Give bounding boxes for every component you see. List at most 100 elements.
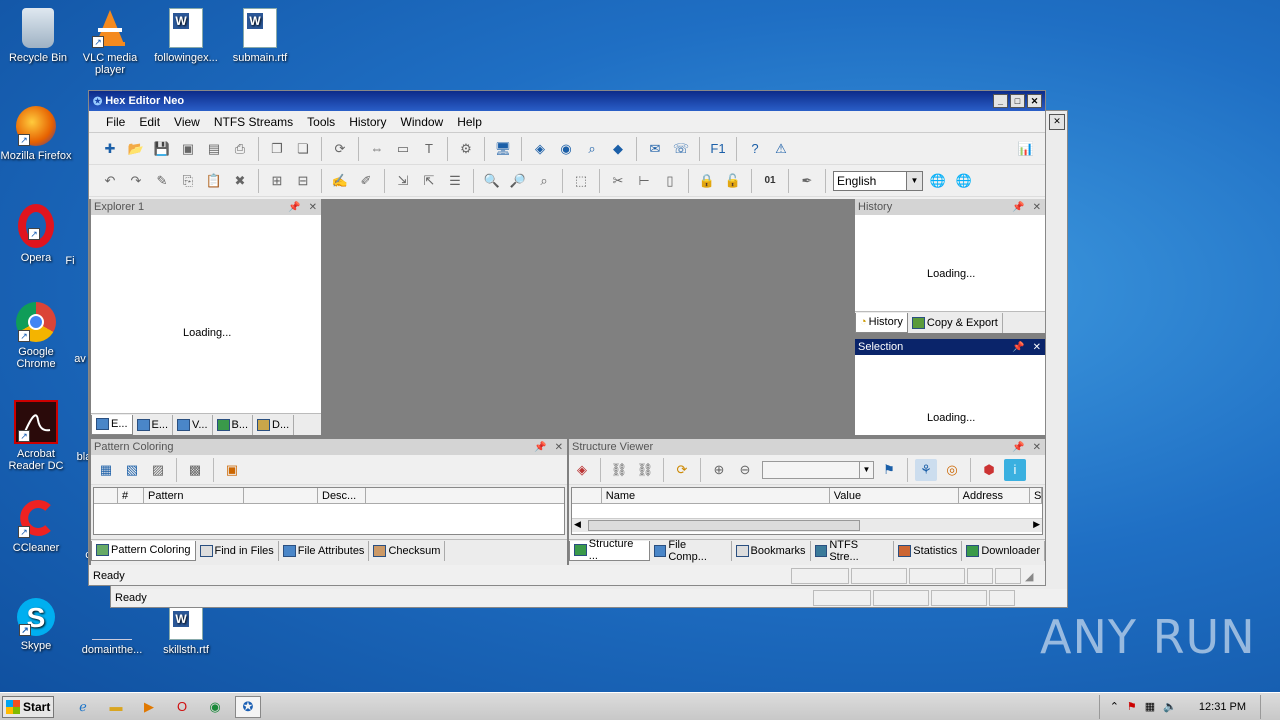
monitor-icon[interactable]: 🖥 [492,138,514,160]
find-in-files-tab[interactable]: Find in Files [196,540,279,561]
link-icon[interactable]: ⛓ [608,459,630,481]
history-tab[interactable]: ◔ History [855,312,908,333]
structure-new-icon[interactable]: ◈ [571,459,593,481]
export-icon[interactable]: ◆ [607,138,629,160]
desktop-icon-submain[interactable]: W submain.rtf [222,8,298,64]
menu-window[interactable]: Window [394,115,451,129]
modify2-icon[interactable]: ✐ [355,170,377,192]
statistics-tab[interactable]: Statistics [894,540,963,561]
checksum-tab[interactable]: Checksum [369,540,446,561]
structure-tab[interactable]: Structure ... [569,538,650,562]
desktop-icon-domainthe[interactable]: domainthe... [74,618,150,656]
volume-icon[interactable]: 🔈 [1163,700,1177,713]
resize-grip-icon[interactable]: ◢ [1025,570,1033,583]
pin-icon[interactable]: 📌 [534,442,546,453]
explorer-tab-1[interactable]: E... [91,414,133,435]
chevron-down-icon[interactable]: ▼ [906,171,922,190]
scroll-thumb[interactable] [588,520,860,531]
copy-window-icon[interactable]: ❐ [266,138,288,160]
modify-icon[interactable]: ✍ [329,170,351,192]
print-icon[interactable]: ⎙ [229,138,251,160]
chart-icon[interactable]: 📊 [1015,138,1037,160]
find-prev-icon[interactable]: ⌕ [533,170,555,192]
redo-icon[interactable]: ↷ [125,170,147,192]
pin-icon[interactable]: 📌 [1012,342,1024,353]
column-size[interactable]: S [1030,488,1043,503]
chat-icon[interactable]: ☏ [670,138,692,160]
close-icon[interactable]: ✕ [309,202,317,213]
pin-icon[interactable]: 📌 [1012,202,1024,213]
column-icon[interactable]: ☰ [444,170,466,192]
paste-icon[interactable]: 📋 [203,170,225,192]
desktop-icon-vlc[interactable]: ↗ VLC media player [72,8,148,76]
explorer-tab-5[interactable]: D... [253,414,295,435]
select-icon[interactable]: ⬚ [570,170,592,192]
find-icon[interactable]: 🔍 [481,170,503,192]
minimize-button[interactable]: _ [993,94,1008,108]
pen-icon[interactable]: ✒ [796,170,818,192]
desktop-icon-followingex[interactable]: W followingex... [148,8,224,64]
menu-view[interactable]: View [167,115,207,129]
taskbar-chrome-icon[interactable]: ◉ [202,696,228,718]
pattern-lock-icon[interactable]: ▣ [221,459,243,481]
delete-pattern-icon[interactable]: ▨ [147,459,169,481]
taskbar-media-player-icon[interactable]: ▶ [136,696,162,718]
pin-icon[interactable]: 📌 [1012,442,1024,453]
menu-ntfs-streams[interactable]: NTFS Streams [207,115,300,129]
scroll-right-icon[interactable]: ▶ [1033,519,1040,530]
block-icon[interactable]: ▭ [392,138,414,160]
title-bar[interactable]: ✪ Hex Editor Neo _ □ ✕ [89,91,1045,111]
export-data-icon[interactable]: ⇱ [418,170,440,192]
pattern-coloring-tab[interactable]: Pattern Coloring [91,540,196,561]
structure-blocks-icon[interactable]: ⬢ [978,459,1000,481]
column-blank[interactable] [244,488,318,503]
column-address[interactable]: Address [959,488,1031,503]
bind-icon[interactable]: ⊕ [708,459,730,481]
network-icon[interactable]: ▦ [1145,700,1155,713]
open-drive-icon[interactable]: ◈ [529,138,551,160]
import-pattern-icon[interactable]: ▧ [121,459,143,481]
save-as-icon[interactable]: ▣ [177,138,199,160]
language-settings-icon[interactable]: 🌐 [953,170,975,192]
menu-file[interactable]: File [99,115,132,129]
insert-icon[interactable]: ⊞ [266,170,288,192]
maximize-button[interactable]: □ [1010,94,1025,108]
pin-icon[interactable]: 📌 [288,202,300,213]
import-icon[interactable]: ⇲ [392,170,414,192]
close-icon[interactable]: ✕ [1033,202,1041,213]
structure-tree-icon[interactable]: ⚘ [915,458,937,481]
column-value[interactable]: Value [830,488,959,503]
structure-select[interactable]: ▼ [762,460,874,479]
delete-icon[interactable]: ✖ [229,170,251,192]
downloader-tab[interactable]: Downloader [962,540,1046,561]
start-button[interactable]: Start [2,695,54,718]
add-pattern-icon[interactable]: ▦ [95,459,117,481]
column-number[interactable]: # [118,488,144,503]
edit-pattern-icon[interactable]: ▩ [184,459,206,481]
save-icon[interactable]: 💾 [151,138,173,160]
desktop-icon-firefox[interactable]: ↗ Mozilla Firefox [0,106,74,162]
warning-icon[interactable]: ⚠ [770,138,792,160]
refresh-icon[interactable]: ⟳ [329,138,351,160]
open-file-icon[interactable]: 📂 [125,138,147,160]
taskbar-ie-icon[interactable]: ℯ [70,696,96,718]
taskbar-opera-icon[interactable]: O [169,696,195,718]
bookmarks-tab[interactable]: Bookmarks [732,540,811,561]
file-attributes-tab[interactable]: File Attributes [279,540,370,561]
open-process-icon[interactable]: ◉ [555,138,577,160]
file-compare-tab[interactable]: File Comp... [650,539,732,563]
mail-icon[interactable]: ✉ [644,138,666,160]
desktop-icon-ccleaner[interactable]: ↗ CCleaner [0,498,74,554]
paste-window-icon[interactable]: ❏ [292,138,314,160]
close-button[interactable]: ✕ [1049,114,1065,130]
lock-icon[interactable]: 🔒 [696,170,718,192]
explorer-tab-2[interactable]: E... [133,414,174,435]
new-file-icon[interactable]: ✚ [99,138,121,160]
structure-globe-icon[interactable]: ◎ [941,459,963,481]
info-icon[interactable]: i [1004,458,1026,481]
help-icon[interactable]: ? [744,138,766,160]
scroll-left-icon[interactable]: ◀ [574,519,581,530]
search-files-icon[interactable]: ⌕ [581,138,603,160]
close-button[interactable]: ✕ [1027,94,1042,108]
menu-history[interactable]: History [342,115,393,129]
